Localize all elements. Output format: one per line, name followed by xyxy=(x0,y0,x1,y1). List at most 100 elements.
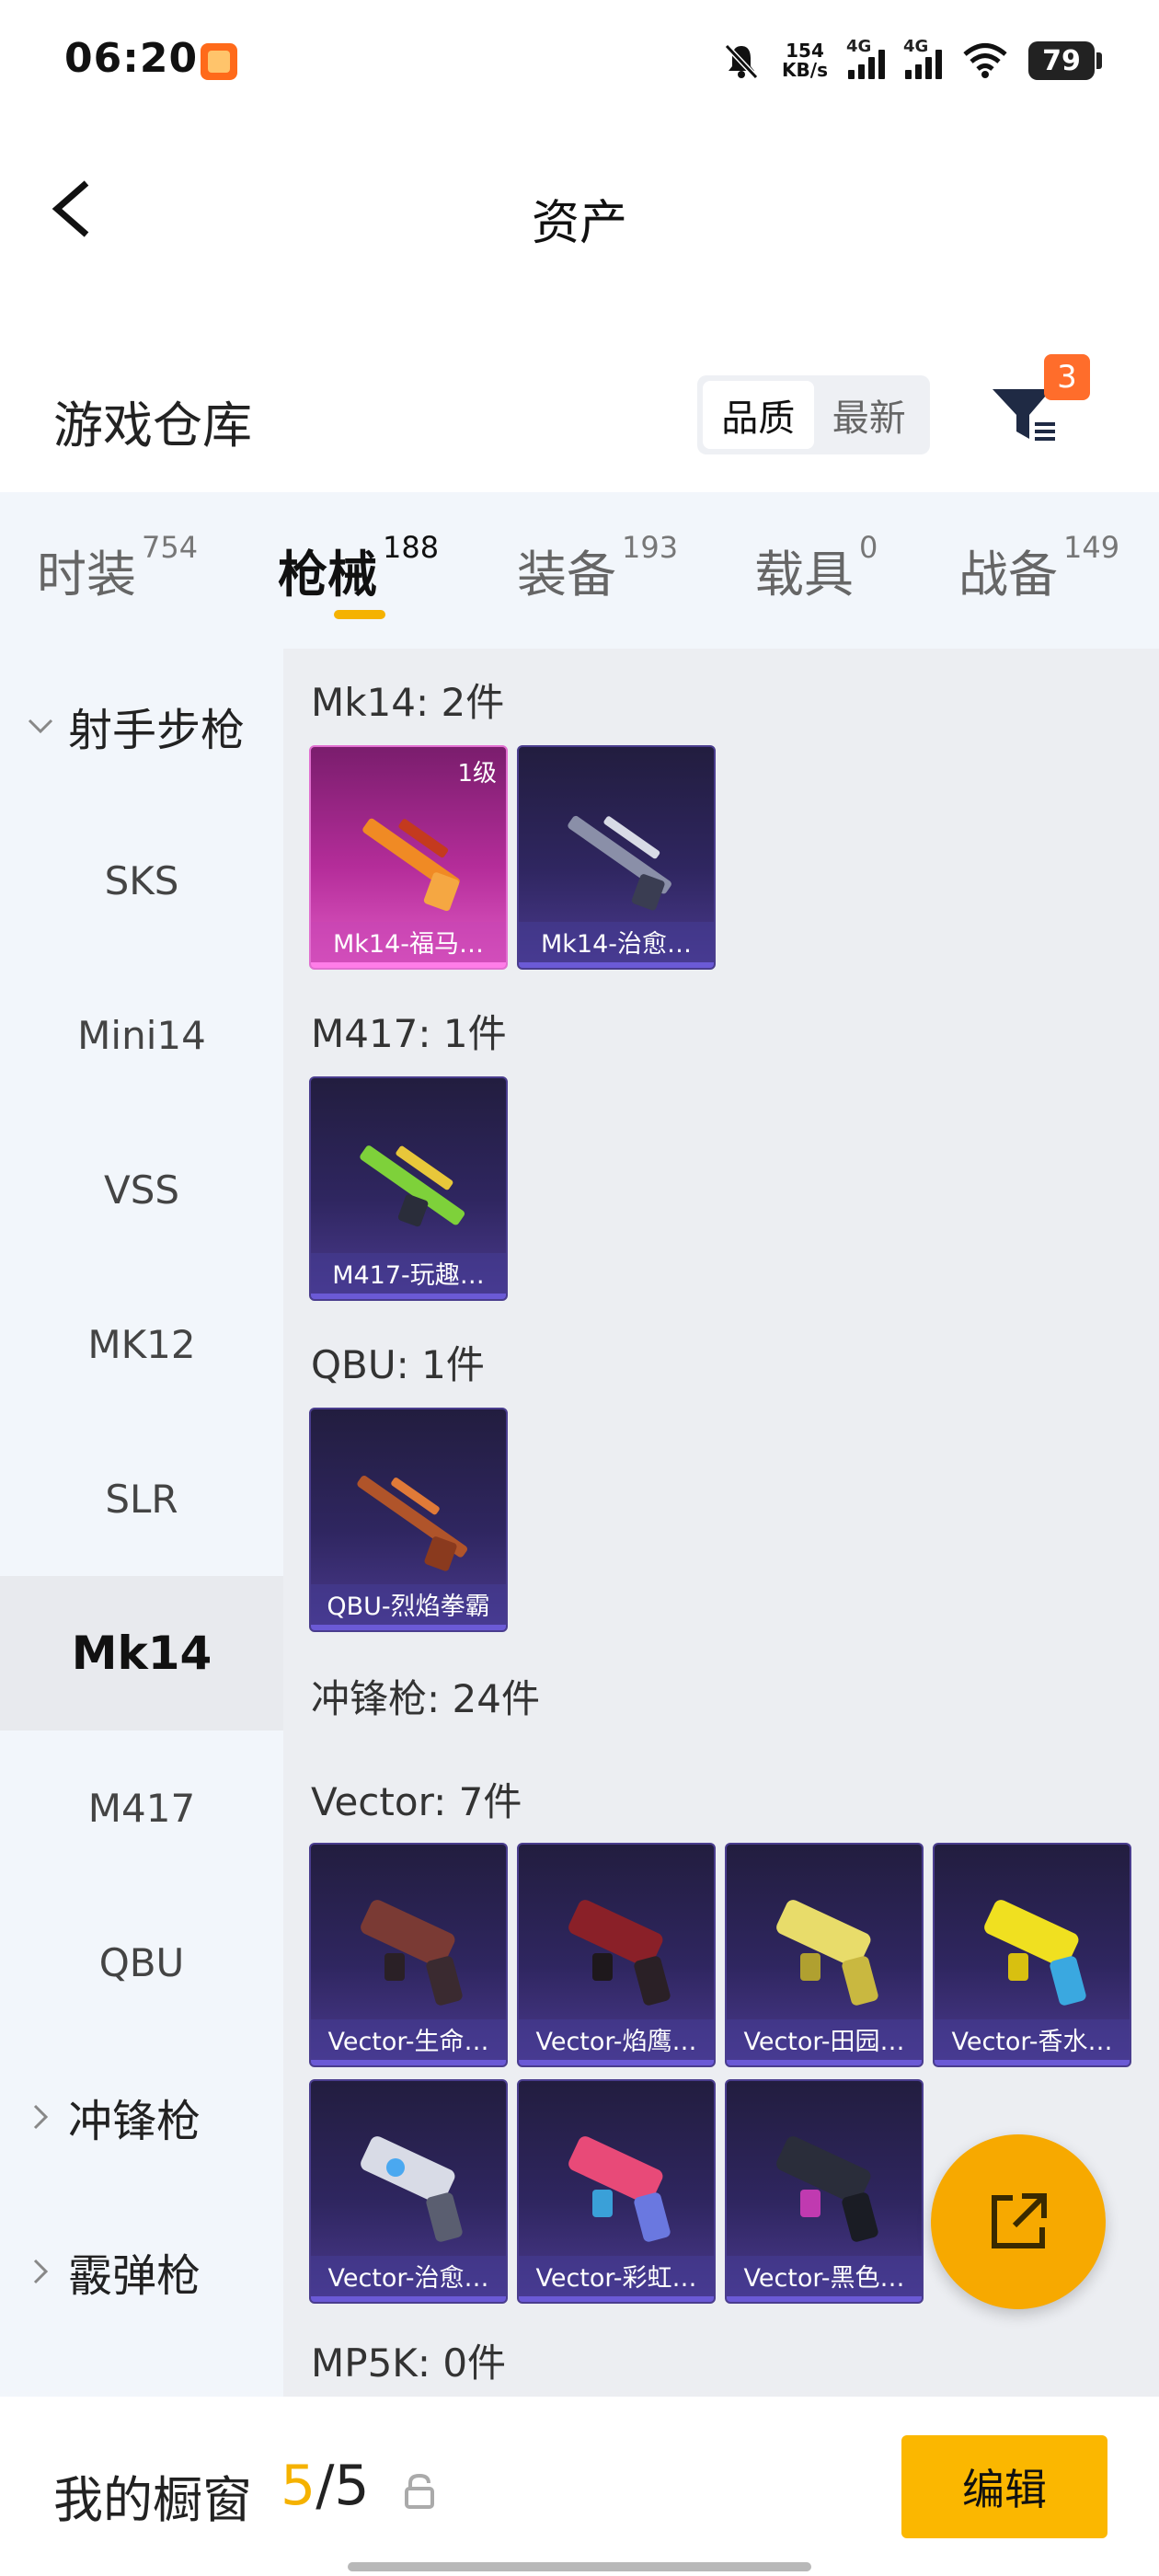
tab-label: 枪械 xyxy=(278,546,377,604)
nav-item-mk12[interactable]: MK12 xyxy=(0,1267,283,1421)
sort-toggle: 品质 最新 xyxy=(697,375,930,454)
tab-label: 时装 xyxy=(37,546,136,604)
lock-icon xyxy=(405,2473,434,2509)
showcase-count: 5/5 xyxy=(281,2454,370,2518)
chevron-down-icon xyxy=(28,719,53,734)
nav-group-label: 冲锋枪 xyxy=(68,2096,201,2147)
sort-newest-option[interactable]: 最新 xyxy=(814,381,925,449)
signal-1-label: 4G xyxy=(846,37,872,56)
tab-count: 193 xyxy=(622,530,679,565)
tab-supplies[interactable]: 战备 149 xyxy=(958,530,1119,606)
card-name: M417-玩趣… xyxy=(311,1253,506,1299)
card-name: Mk14-治愈… xyxy=(519,922,714,968)
tab-equipment[interactable]: 装备 193 xyxy=(517,530,678,606)
signal-1: 4G xyxy=(846,37,885,79)
nav-item-mk14[interactable]: Mk14 xyxy=(0,1576,283,1731)
weapon-card[interactable]: QBU-烈焰拳霸 xyxy=(309,1408,508,1632)
tab-count: 188 xyxy=(383,530,440,565)
section-title-mp5k: MP5K: 0件 xyxy=(311,2340,507,2386)
edit-button[interactable]: 编辑 xyxy=(901,2435,1107,2538)
signal-2-label: 4G xyxy=(903,37,929,56)
home-indicator xyxy=(348,2562,811,2571)
wifi-icon xyxy=(963,43,1007,78)
warehouse-bar: 游戏仓库 品质 最新 3 xyxy=(0,350,1159,478)
rifle-icon xyxy=(360,1145,465,1227)
share-icon xyxy=(992,2193,1047,2248)
weapon-category-nav: 射手步枪 SKS Mini14 VSS MK12 SLR Mk14 M417 Q… xyxy=(0,649,283,2397)
weapon-card[interactable]: M417-玩趣… xyxy=(309,1076,508,1301)
weapon-card[interactable]: Vector-香水… xyxy=(933,1843,1131,2067)
filter-button[interactable]: 3 xyxy=(989,354,1090,455)
net-speed-value: 154 xyxy=(786,40,824,62)
card-name: Vector-彩虹… xyxy=(519,2256,714,2302)
section-title-mk14: Mk14: 2件 xyxy=(311,680,505,725)
nav-group-marksman-rifles[interactable]: 射手步枪 xyxy=(0,649,283,803)
showcase-label: 我的橱窗 xyxy=(53,2471,252,2529)
taobao-app-icon xyxy=(201,43,237,80)
tab-count: 754 xyxy=(142,530,199,565)
tab-count: 149 xyxy=(1063,530,1120,565)
tab-firearms[interactable]: 枪械 188 xyxy=(278,530,439,606)
chevron-right-icon xyxy=(33,2104,49,2130)
weapon-card[interactable]: Vector-治愈… xyxy=(309,2079,508,2304)
category-tabs: 时装 754 枪械 188 装备 193 载具 0 战备 149 xyxy=(0,492,1159,649)
weapon-card[interactable]: Vector-黑色… xyxy=(725,2079,924,2304)
nav-item-slr[interactable]: SLR xyxy=(0,1421,283,1576)
card-name: Vector-黑色… xyxy=(727,2256,922,2302)
nav-item-sks[interactable]: SKS xyxy=(0,803,283,958)
signal-bar xyxy=(915,64,922,79)
smg-icon xyxy=(776,1900,878,2006)
active-tab-indicator xyxy=(334,610,385,619)
section-title-vector: Vector: 7件 xyxy=(311,1779,522,1824)
tab-vehicles[interactable]: 载具 0 xyxy=(754,530,878,606)
nav-item-m417[interactable]: M417 xyxy=(0,1731,283,1885)
nav-group-smg[interactable]: 冲锋枪 xyxy=(0,2040,283,2194)
sort-quality-option[interactable]: 品质 xyxy=(703,381,814,449)
status-indicators: 154 KB/s 4G 4G 79 xyxy=(721,35,1102,86)
share-button[interactable] xyxy=(931,2134,1106,2309)
card-name: Vector-香水… xyxy=(935,2019,1130,2065)
signal-bar xyxy=(878,50,885,79)
app-header: 资产 xyxy=(0,124,1159,299)
nav-item-qbu[interactable]: QBU xyxy=(0,1885,283,2040)
card-level: 1级 xyxy=(457,760,497,788)
showcase-bar: 我的橱窗 5/5 编辑 xyxy=(0,2397,1159,2576)
showcase-total: /5 xyxy=(316,2454,370,2518)
smg-icon xyxy=(568,1900,671,2006)
showcase-current: 5 xyxy=(281,2454,316,2518)
signal-bar xyxy=(935,50,942,79)
warehouse-title: 游戏仓库 xyxy=(53,397,252,454)
net-speed: 154 KB/s xyxy=(782,41,828,80)
battery-indicator: 79 xyxy=(1028,41,1102,80)
nav-group-shotguns[interactable]: 霰弹枪 xyxy=(0,2194,283,2349)
weapon-card[interactable]: Vector-焰鹰… xyxy=(517,1843,716,2067)
card-name: Vector-田园… xyxy=(727,2019,922,2065)
tab-fashion[interactable]: 时装 754 xyxy=(37,530,198,606)
weapon-card[interactable]: 1级 Mk14-福马… xyxy=(309,745,508,970)
net-speed-unit: KB/s xyxy=(782,59,828,81)
weapon-card[interactable]: Vector-生命… xyxy=(309,1843,508,2067)
nav-group-label: 射手步枪 xyxy=(68,705,246,756)
mute-icon xyxy=(724,43,759,80)
filter-count-badge: 3 xyxy=(1044,354,1090,400)
weapon-card[interactable]: Mk14-治愈… xyxy=(517,745,716,970)
weapon-card[interactable]: Vector-彩虹… xyxy=(517,2079,716,2304)
smg-icon xyxy=(984,1900,1086,2006)
signal-bar xyxy=(868,57,875,79)
signal-bar xyxy=(905,70,912,79)
rifle-icon xyxy=(568,815,671,911)
status-bar: 06:20 154 KB/s 4G 4G 79 xyxy=(0,0,1159,124)
section-title-m417: M417: 1件 xyxy=(311,1011,507,1056)
nav-group-label: 霰弹枪 xyxy=(68,2250,201,2302)
chevron-right-icon xyxy=(33,2259,49,2284)
weapon-card[interactable]: Vector-田园… xyxy=(725,1843,924,2067)
page-title: 资产 xyxy=(531,196,627,251)
rifle-icon xyxy=(357,1476,467,1571)
tab-label: 载具 xyxy=(754,546,854,604)
signal-bar xyxy=(858,64,865,79)
rifle-icon xyxy=(362,818,460,912)
nav-item-vss[interactable]: VSS xyxy=(0,1112,283,1267)
tab-label: 装备 xyxy=(517,546,616,604)
nav-item-mini14[interactable]: Mini14 xyxy=(0,958,283,1112)
smg-icon xyxy=(361,1900,463,2006)
